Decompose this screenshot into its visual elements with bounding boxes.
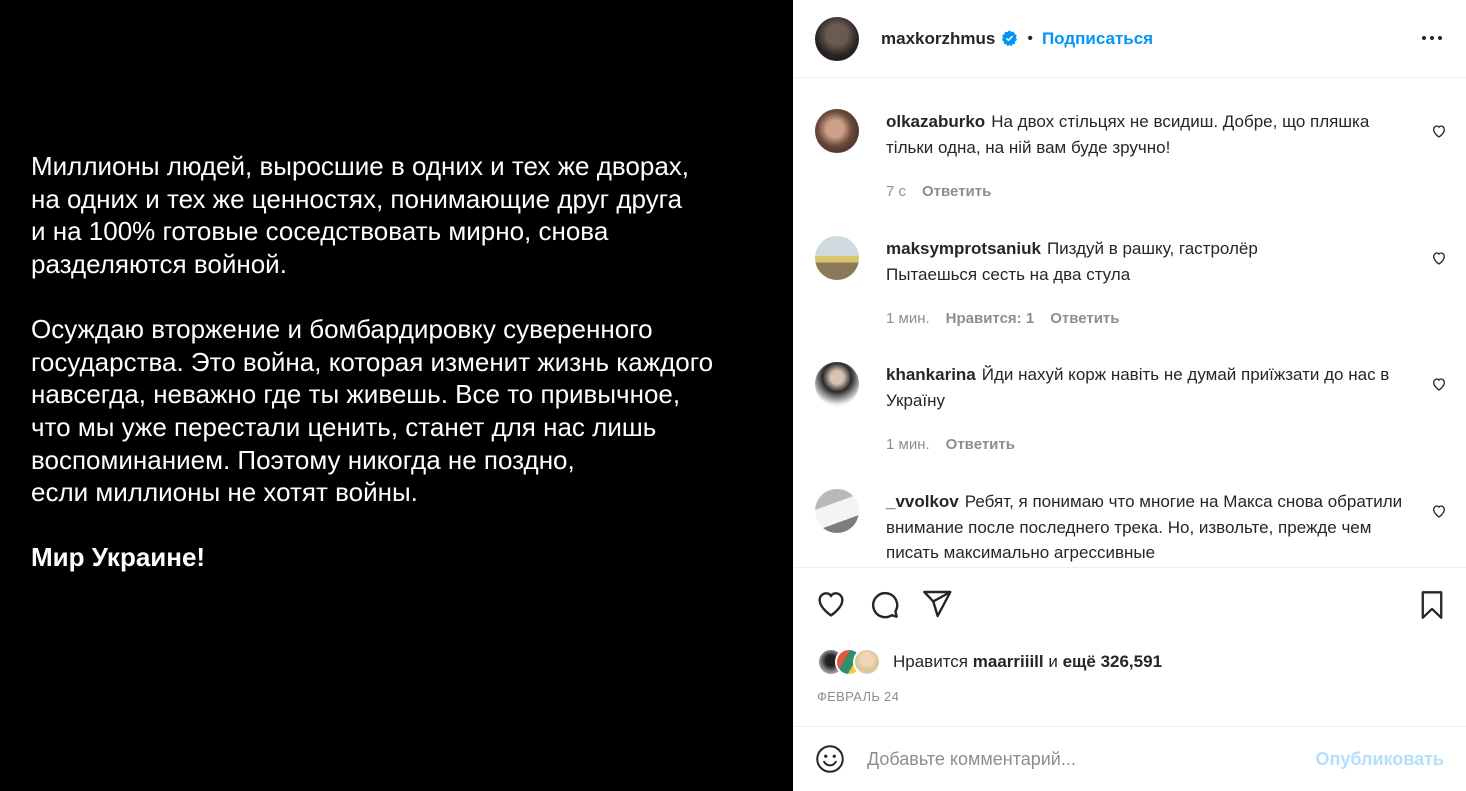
reply-button[interactable]: Ответить: [1050, 310, 1119, 327]
commenter-username[interactable]: olkazaburko: [886, 112, 985, 131]
commenter-avatar[interactable]: [815, 362, 859, 406]
post-date[interactable]: ФЕВРАЛЬ 24: [817, 689, 899, 704]
comment-like-count[interactable]: Нравится: 1: [946, 310, 1035, 327]
post-paragraph-1: Миллионы людей, выросшие в одних и тех ж…: [31, 151, 690, 280]
publish-button[interactable]: Опубликовать: [1315, 749, 1444, 770]
likes-count[interactable]: ещё 326,591: [1063, 652, 1162, 671]
post-paragraph-2: Осуждаю вторжение и бомбардировку сувере…: [31, 313, 714, 508]
comment-meta: 7 с Ответить: [886, 183, 1007, 200]
post-details-panel: maxkorzhmus • Подписаться olkazaburko На …: [793, 0, 1466, 791]
emoji-icon[interactable]: [815, 744, 845, 774]
comment-text: khankarina Йди нахуй корж навіть не думай…: [886, 362, 1406, 413]
comment-meta: 1 мин. Ответить: [886, 436, 1031, 453]
author-avatar[interactable]: [815, 16, 859, 61]
commenter-username[interactable]: _vvolkov: [886, 492, 959, 511]
commenter-avatar[interactable]: [815, 109, 859, 153]
reply-button[interactable]: Ответить: [946, 436, 1015, 453]
comment-content: Ребят, я понимаю что многие на Макса сно…: [886, 492, 1403, 562]
post-image-text: Миллионы людей, выросшие в одних и тех ж…: [31, 150, 771, 606]
reply-button[interactable]: Ответить: [922, 183, 991, 200]
comment-time[interactable]: 1 мин.: [886, 310, 930, 327]
likes-summary: Нравится maarriiill и ещё 326,591: [817, 648, 1162, 676]
comment-text: maksymprotsaniuk Пиздуй в рашку, гастролё…: [886, 236, 1406, 287]
post-actions: Нравится maarriiill и ещё 326,591 ФЕВРАЛ…: [793, 567, 1466, 727]
post-paragraph-3: Мир Украине!: [31, 542, 206, 573]
comment-time[interactable]: 7 с: [886, 183, 906, 200]
post-image[interactable]: Миллионы людей, выросшие в одних и тех ж…: [0, 0, 793, 791]
comment-text: _vvolkov Ребят, я понимаю что многие на М…: [886, 489, 1406, 566]
follow-button[interactable]: Подписаться: [1042, 29, 1153, 49]
author-username[interactable]: maxkorzhmus: [881, 29, 995, 49]
verified-badge-icon: [1002, 30, 1018, 47]
more-options-icon[interactable]: [1420, 26, 1444, 50]
commenter-username[interactable]: maksymprotsaniuk: [886, 239, 1041, 258]
save-bookmark-icon[interactable]: [1418, 590, 1446, 620]
comment-input[interactable]: [867, 748, 1316, 770]
comments-list[interactable]: olkazaburko На двох стільцях не всидиш. Д…: [793, 79, 1466, 567]
commenter-avatar[interactable]: [815, 489, 859, 533]
comment-like-heart-icon[interactable]: [1431, 123, 1447, 139]
action-icons-row: [815, 588, 953, 620]
liker-avatar[interactable]: [853, 648, 881, 676]
commenter-username[interactable]: khankarina: [886, 365, 976, 384]
likes-conj: и: [1048, 652, 1058, 671]
comment-bubble-icon[interactable]: [868, 588, 900, 620]
comment-like-heart-icon[interactable]: [1431, 250, 1447, 266]
comment-like-heart-icon[interactable]: [1431, 376, 1447, 392]
comment-time[interactable]: 1 мин.: [886, 436, 930, 453]
likes-text[interactable]: Нравится maarriiill и ещё 326,591: [893, 652, 1162, 672]
share-send-icon[interactable]: [921, 588, 953, 620]
like-heart-icon[interactable]: [815, 588, 847, 620]
comment-like-heart-icon[interactable]: [1431, 503, 1447, 519]
header-separator: •: [1027, 29, 1033, 47]
likes-prefix: Нравится: [893, 652, 969, 671]
add-comment-bar: Опубликовать: [793, 726, 1466, 791]
liker-username[interactable]: maarriiill: [973, 652, 1044, 671]
commenter-avatar[interactable]: [815, 236, 859, 280]
post-header: maxkorzhmus • Подписаться: [793, 0, 1466, 78]
comment-meta: 1 мин. Нравится: 1 Ответить: [886, 310, 1136, 327]
comment-text: olkazaburko На двох стільцях не всидиш. Д…: [886, 109, 1406, 160]
